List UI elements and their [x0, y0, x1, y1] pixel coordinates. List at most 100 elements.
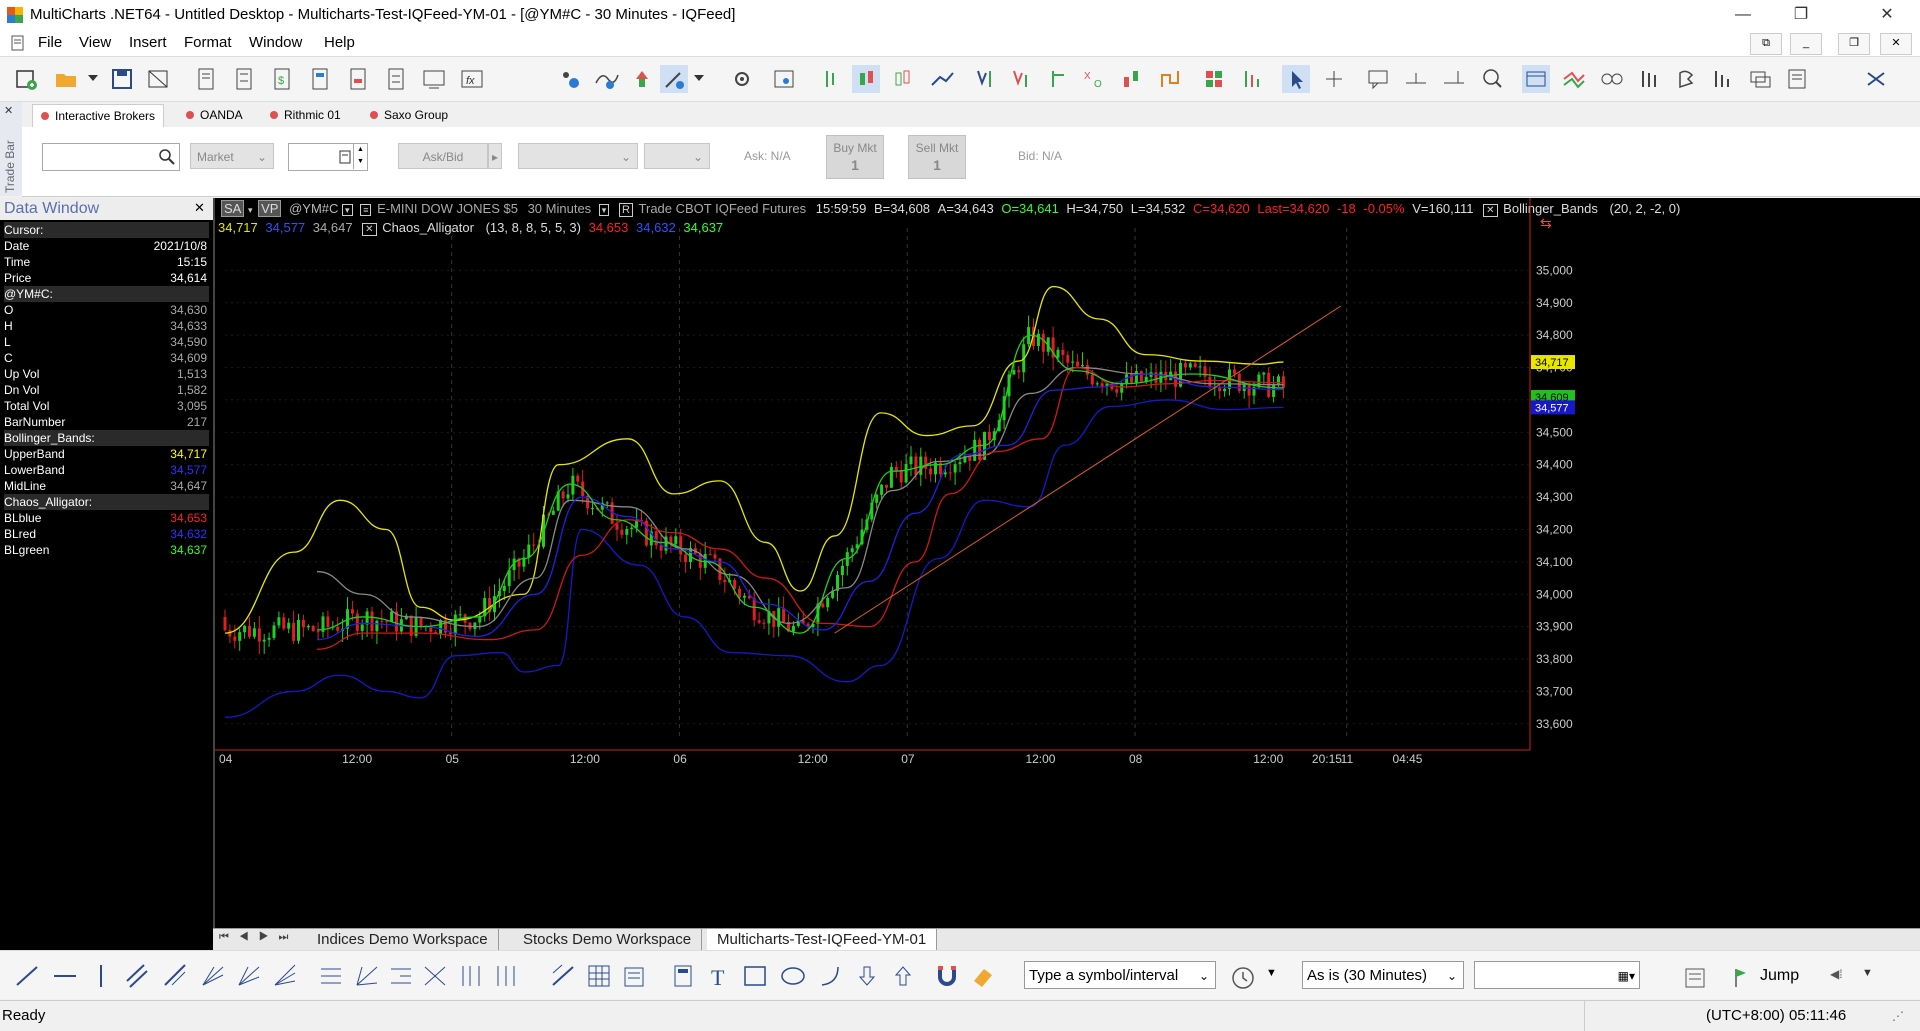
candlestick-icon[interactable] [852, 65, 880, 93]
vertical-line-tool-icon[interactable] [88, 963, 114, 989]
ellipse-tool-icon[interactable] [780, 963, 806, 989]
chart-canvas[interactable]: 35,00034,90034,80034,70034,60034,50034,4… [215, 198, 1920, 928]
jump-button[interactable]: Jump [1760, 967, 1799, 985]
workspace-tab-active[interactable]: Multicharts-Test-IQFeed-YM-01 [707, 929, 938, 950]
chevron-down-icon[interactable]: ▼ [1266, 967, 1277, 979]
chevron-down-icon[interactable] [88, 75, 98, 83]
crosshair-icon[interactable] [1320, 65, 1348, 93]
chevron-down-icon[interactable]: ⌄ [1447, 962, 1457, 990]
kagi-icon[interactable] [1156, 65, 1184, 93]
strategy-icon[interactable] [1672, 65, 1700, 93]
workspace-tab-indices[interactable]: Indices Demo Workspace [307, 929, 499, 950]
collapse-toolbar-icon[interactable] [1862, 65, 1890, 93]
add-signal-icon[interactable] [628, 65, 656, 93]
horizontal-line-icon[interactable] [1402, 65, 1430, 93]
fib-fan-tool-icon[interactable] [354, 963, 380, 989]
range-chart-icon[interactable] [1044, 65, 1072, 93]
menu-view[interactable]: View [79, 34, 111, 51]
glasses-icon[interactable] [1598, 65, 1626, 93]
quantity-stepper[interactable]: ▲ ▼ [353, 144, 367, 169]
trendline-tool-icon[interactable] [14, 963, 40, 989]
eraser-icon[interactable] [970, 963, 996, 989]
volume-chart-icon[interactable] [1008, 65, 1036, 93]
arrow-down-tool-icon[interactable] [854, 963, 880, 989]
order-type-select[interactable]: Market ⌄ [190, 143, 274, 169]
sell-market-button[interactable]: Sell Mkt 1 [908, 135, 966, 179]
arc-tool-icon[interactable] [818, 963, 844, 989]
chevron-down-icon[interactable]: ⌄ [1199, 962, 1209, 990]
line-chart-icon[interactable] [928, 65, 956, 93]
bar-statistics-icon[interactable] [1636, 65, 1664, 93]
scroll-left-icon[interactable]: ◀⁞ [1830, 967, 1843, 981]
play-icon[interactable]: ▸ [488, 143, 502, 169]
note-tool-icon[interactable] [622, 963, 648, 989]
mdi-float-button[interactable]: ⧉ [1750, 33, 1782, 55]
symbol-search-input[interactable] [42, 143, 180, 171]
zoom-icon[interactable] [1478, 65, 1506, 93]
open-folder-icon[interactable] [52, 65, 80, 93]
regression-tool-icon[interactable] [550, 963, 576, 989]
select-pointer-icon[interactable] [1282, 65, 1310, 93]
profile-icon[interactable] [1238, 65, 1266, 93]
chevron-down-icon[interactable]: ▼ [1862, 967, 1873, 979]
cycle-lines-tool-icon[interactable] [494, 963, 520, 989]
jump-flag-icon[interactable] [1730, 965, 1756, 991]
close-window-icon[interactable] [144, 65, 172, 93]
screen-icon[interactable] [420, 65, 448, 93]
text-tool-icon[interactable]: T [706, 963, 732, 989]
data-window-close-icon[interactable]: ✕ [194, 200, 205, 216]
trade-bar-close-icon[interactable]: ✕ [4, 104, 13, 117]
ask-bid-button[interactable]: Ask/Bid [398, 143, 488, 169]
dom-doc-icon[interactable] [306, 65, 334, 93]
workspace-tab-stocks[interactable]: Stocks Demo Workspace [513, 929, 703, 950]
renko-icon[interactable] [1118, 65, 1146, 93]
chart-trading-icon[interactable] [1560, 65, 1588, 93]
price-chart[interactable]: SA ▾ VP @YM#C ▾ ≡ E-MINI DOW JONES $5 30… [215, 198, 1920, 928]
clock-icon[interactable] [1230, 965, 1256, 991]
minimize-button[interactable]: — [1714, 0, 1772, 30]
grid-tool-icon[interactable] [586, 963, 612, 989]
buy-market-button[interactable]: Buy Mkt 1 [826, 135, 884, 179]
channel-tool-icon[interactable] [124, 963, 150, 989]
restore-button[interactable]: ❐ [1772, 0, 1830, 30]
drawing-object-icon[interactable] [660, 65, 688, 93]
resize-grip-icon[interactable]: ⋰ [1892, 1009, 1904, 1023]
broker-tab-saxo[interactable]: Saxo Group [362, 104, 456, 126]
save-icon[interactable] [108, 65, 136, 93]
ohlc-bars-icon[interactable] [816, 65, 844, 93]
dollar-doc-icon[interactable]: $ [268, 65, 296, 93]
portfolio-doc-icon[interactable] [382, 65, 410, 93]
tick-chart-icon[interactable] [972, 65, 1000, 93]
mdi-minimize-button[interactable]: _ [1790, 33, 1822, 55]
menu-window[interactable]: Window [249, 34, 302, 51]
broker-tab-interactive-brokers[interactable]: Interactive Brokers [32, 104, 165, 127]
point-figure-icon[interactable]: XO [1080, 65, 1108, 93]
order-list-icon[interactable] [1746, 65, 1774, 93]
ray-tool-icon[interactable] [162, 963, 188, 989]
workspace-nav-arrows[interactable]: ⏮◀▶⏭ [219, 931, 298, 944]
menu-help[interactable]: Help [324, 34, 355, 51]
add-instrument-icon[interactable] [556, 65, 584, 93]
fibonacci-tool-icon[interactable] [318, 963, 344, 989]
magnet-icon[interactable] [934, 963, 960, 989]
calculator-tool-icon[interactable] [670, 963, 696, 989]
fib-arcs-tool-icon[interactable] [422, 963, 448, 989]
menu-format[interactable]: Format [184, 34, 232, 51]
chevron-down-icon[interactable] [694, 75, 704, 83]
calculator-icon[interactable] [339, 150, 351, 164]
quantity-input[interactable]: ▲ ▼ [288, 143, 368, 171]
price-level-icon[interactable] [1440, 65, 1468, 93]
menu-insert[interactable]: Insert [129, 34, 167, 51]
fan-tool-icon[interactable] [200, 963, 226, 989]
account-select[interactable]: ⌄ [518, 143, 638, 169]
broker-tab-oanda[interactable]: OANDA [178, 104, 251, 126]
data-window-icon[interactable] [1522, 65, 1550, 93]
add-indicator-icon[interactable] [592, 65, 620, 93]
format-settings-icon[interactable] [728, 65, 756, 93]
symbol-interval-input[interactable]: Type a symbol/interval ⌄ [1024, 961, 1216, 989]
report-icon[interactable] [1784, 65, 1812, 93]
arrow-up-tool-icon[interactable] [890, 963, 916, 989]
calculator-icon[interactable] [1682, 965, 1708, 991]
rectangle-tool-icon[interactable] [742, 963, 768, 989]
jump-date-input[interactable]: ▦▾ [1474, 961, 1640, 989]
